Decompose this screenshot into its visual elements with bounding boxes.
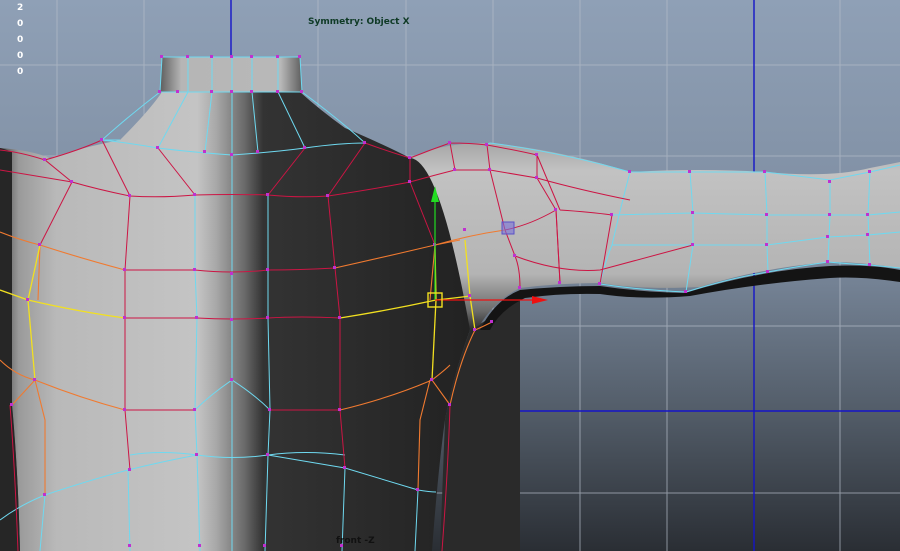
viewport-3d[interactable]: 2 0 0 0 0 Symmetry: Object X front -Z: [0, 0, 900, 551]
hud-count-value: 0: [17, 51, 24, 61]
plane-handle-icon[interactable]: [501, 221, 515, 235]
hud-count-value: 2: [17, 3, 24, 13]
symmetry-label: Symmetry: Object X: [308, 17, 410, 27]
hud-count-value: 0: [17, 67, 24, 77]
camera-label: front -Z: [336, 536, 375, 546]
poly-count-hud: 2 0 0 0 0: [17, 0, 23, 80]
hud-count-value: 0: [17, 35, 24, 45]
manip-x-arrow-icon[interactable]: [532, 296, 548, 304]
scene-canvas[interactable]: [0, 0, 900, 551]
hud-count-value: 0: [17, 19, 24, 29]
body-mesh: [0, 57, 900, 551]
